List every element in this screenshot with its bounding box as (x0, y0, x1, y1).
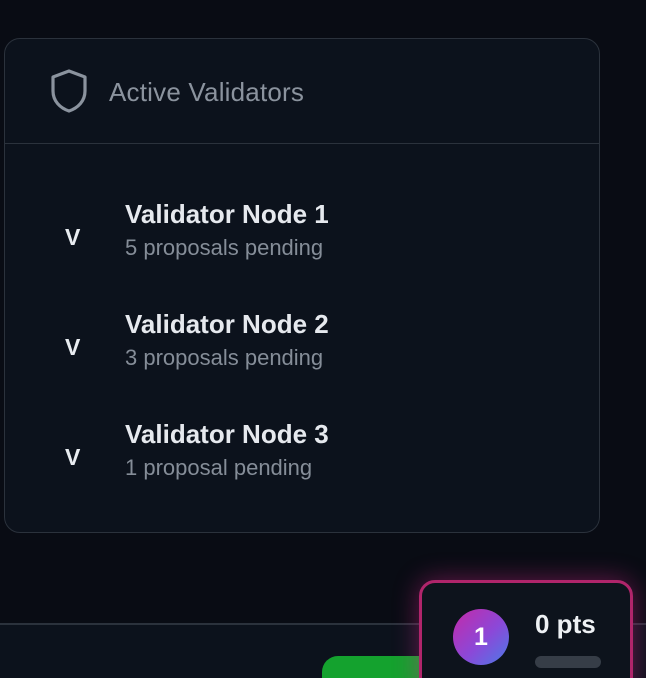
card-header: Active Validators (5, 39, 599, 144)
validator-status: 5 proposals pending (125, 235, 324, 260)
validator-status: 3 proposals pending (125, 345, 324, 370)
validator-text: Validator Node 1 5 proposals pending (125, 197, 329, 264)
validator-name: Validator Node 2 (125, 309, 329, 339)
points-widget[interactable]: 1 0 pts (419, 580, 633, 678)
validator-list: V Validator Node 1 5 proposals pending V… (5, 144, 599, 527)
validator-item-2[interactable]: V Validator Node 2 3 proposals pending (5, 307, 599, 417)
card-title: Active Validators (109, 76, 305, 107)
level-badge: 1 (453, 609, 509, 665)
validator-name: Validator Node 3 (125, 419, 329, 449)
shield-icon (49, 68, 89, 114)
points-progress-bar (535, 656, 601, 668)
avatar: V (65, 444, 81, 470)
avatar: V (65, 334, 81, 360)
validator-text: Validator Node 3 1 proposal pending (125, 417, 329, 484)
validator-status: 1 proposal pending (125, 455, 313, 480)
points-label: 0 pts (535, 609, 596, 639)
avatar: V (65, 224, 81, 250)
active-validators-card: Active Validators V Validator Node 1 5 p… (4, 38, 600, 533)
validator-text: Validator Node 2 3 proposals pending (125, 307, 329, 374)
validator-item-3[interactable]: V Validator Node 3 1 proposal pending (5, 417, 599, 527)
validator-name: Validator Node 1 (125, 199, 329, 229)
validator-item-1[interactable]: V Validator Node 1 5 proposals pending (5, 197, 599, 307)
page: Active Validators V Validator Node 1 5 p… (0, 0, 646, 678)
